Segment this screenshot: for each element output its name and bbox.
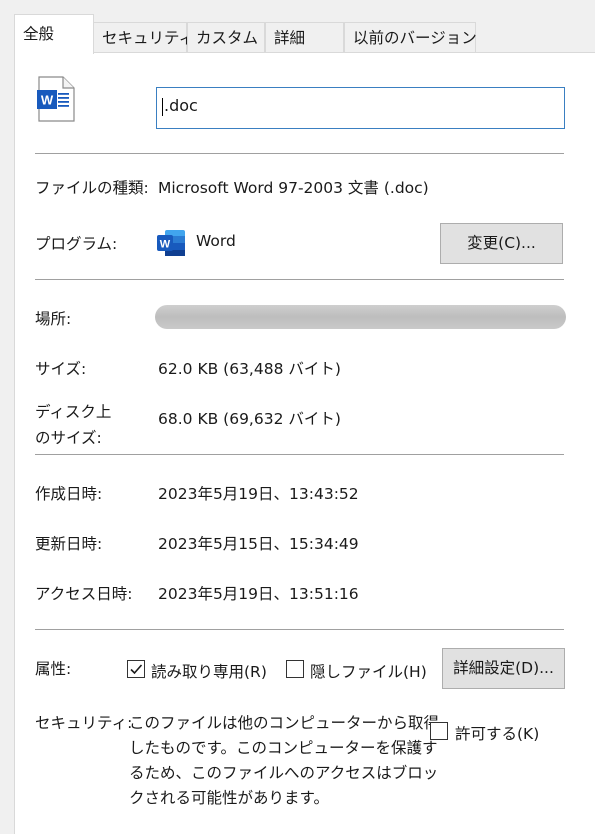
tab-security-label: セキュリティ bbox=[102, 29, 195, 47]
security-message-line: したものです。このコンピューターを保護す bbox=[129, 739, 438, 757]
program-name: Word bbox=[196, 232, 236, 250]
change-program-button[interactable]: 変更(C)... bbox=[440, 223, 563, 264]
location-value-redacted bbox=[155, 305, 566, 329]
tab-strip: 全般 セキュリティ カスタム 詳細 以前のバージョン bbox=[0, 0, 595, 54]
attributes-label: 属性: bbox=[35, 660, 72, 678]
security-message: このファイルは他のコンピューターから取得 したものです。このコンピューターを保護… bbox=[129, 711, 439, 811]
readonly-checkbox[interactable] bbox=[127, 660, 145, 678]
word-document-icon: W bbox=[36, 76, 76, 122]
file-type-value: Microsoft Word 97-2003 文書 (.doc) bbox=[158, 179, 429, 197]
tab-details[interactable]: 詳細 bbox=[265, 22, 344, 52]
location-label: 場所: bbox=[35, 310, 72, 328]
security-label: セキュリティ: bbox=[35, 714, 133, 732]
separator-3 bbox=[35, 454, 564, 455]
tab-details-label: 詳細 bbox=[274, 29, 306, 47]
tab-general-label: 全般 bbox=[23, 25, 55, 43]
tab-custom-label: カスタム bbox=[196, 29, 259, 47]
tab-security[interactable]: セキュリティ bbox=[93, 22, 194, 52]
svg-text:W: W bbox=[41, 93, 54, 108]
created-value: 2023年5月19日、13:43:52 bbox=[158, 485, 359, 503]
security-message-line: このファイルは他のコンピューターから取得 bbox=[129, 714, 440, 732]
separator-1 bbox=[35, 153, 564, 154]
size-on-disk-label-line2: のサイズ: bbox=[35, 429, 102, 447]
size-on-disk-value: 68.0 KB (69,632 バイト) bbox=[158, 410, 341, 428]
tab-previous-versions[interactable]: 以前のバージョン bbox=[344, 22, 477, 52]
readonly-label[interactable]: 読み取り専用(R) bbox=[151, 660, 267, 682]
unblock-checkbox[interactable] bbox=[430, 722, 448, 740]
tab-custom[interactable]: カスタム bbox=[187, 22, 265, 52]
svg-text:W: W bbox=[160, 239, 171, 251]
hidden-checkbox[interactable] bbox=[286, 660, 304, 678]
tab-previous-versions-label: 以前のバージョン bbox=[353, 29, 477, 47]
accessed-label: アクセス日時: bbox=[35, 585, 133, 603]
tab-general[interactable]: 全般 bbox=[14, 14, 94, 54]
program-label: プログラム: bbox=[35, 235, 118, 253]
size-value: 62.0 KB (63,488 バイト) bbox=[158, 360, 341, 378]
word-app-icon: W bbox=[156, 228, 186, 258]
modified-label: 更新日時: bbox=[35, 535, 103, 553]
size-on-disk-label-line1: ディスク上 bbox=[35, 403, 112, 421]
created-label: 作成日時: bbox=[35, 485, 103, 503]
security-message-line: クされる可能性があります。 bbox=[129, 789, 329, 807]
filename-input[interactable]: .doc bbox=[156, 87, 565, 129]
modified-value: 2023年5月15日、15:34:49 bbox=[158, 535, 359, 553]
advanced-attributes-button[interactable]: 詳細設定(D)... bbox=[442, 648, 565, 689]
size-label: サイズ: bbox=[35, 360, 87, 378]
file-type-label: ファイルの種類: bbox=[35, 179, 149, 197]
security-message-line: るため、このファイルへのアクセスはブロッ bbox=[129, 764, 439, 782]
hidden-label[interactable]: 隠しファイル(H) bbox=[310, 660, 427, 682]
unblock-label[interactable]: 許可する(K) bbox=[455, 722, 539, 744]
filename-value: .doc bbox=[164, 96, 198, 115]
accessed-value: 2023年5月19日、13:51:16 bbox=[158, 585, 359, 603]
text-caret bbox=[162, 97, 163, 116]
checkmark-icon bbox=[130, 664, 143, 675]
separator-2 bbox=[35, 279, 564, 280]
separator-4 bbox=[35, 629, 564, 630]
